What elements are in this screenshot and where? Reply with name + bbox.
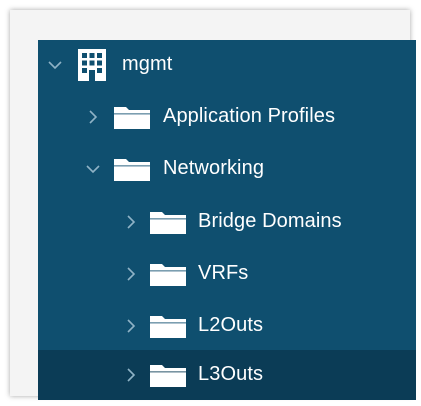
tree-node-networking[interactable]: Networking xyxy=(38,144,416,194)
folder-icon xyxy=(150,314,186,338)
chevron-right-icon[interactable] xyxy=(122,366,140,384)
building-icon xyxy=(78,49,106,81)
folder-icon xyxy=(150,210,186,234)
tree-node-l2outs[interactable]: L2Outs xyxy=(38,301,416,351)
tree-node-label: VRFs xyxy=(198,262,249,285)
tree-node-label: Bridge Domains xyxy=(198,210,342,233)
chevron-right-icon[interactable] xyxy=(84,108,102,126)
tree-node-label: Application Profiles xyxy=(163,105,336,128)
folder-icon xyxy=(114,157,150,181)
tree-node-label: Networking xyxy=(163,157,265,180)
tree-node-vrfs[interactable]: VRFs xyxy=(38,249,416,299)
panel-frame: mgmt Application Profiles Networking Bri… xyxy=(10,10,416,400)
tree-node-l3outs[interactable]: L3Outs xyxy=(38,350,416,400)
navigation-tree: mgmt Application Profiles Networking Bri… xyxy=(38,40,416,400)
folder-icon xyxy=(150,363,186,387)
folder-icon xyxy=(114,105,150,129)
tree-node-label: mgmt xyxy=(122,53,173,76)
chevron-down-icon[interactable] xyxy=(46,56,64,74)
tree-node-mgmt[interactable]: mgmt xyxy=(38,40,416,90)
tree-node-label: L3Outs xyxy=(198,363,264,386)
tree-node-application-profiles[interactable]: Application Profiles xyxy=(38,92,416,142)
chevron-right-icon[interactable] xyxy=(122,317,140,335)
chevron-right-icon[interactable] xyxy=(122,213,140,231)
folder-icon xyxy=(150,262,186,286)
tree-node-bridge-domains[interactable]: Bridge Domains xyxy=(38,197,416,247)
chevron-right-icon[interactable] xyxy=(122,265,140,283)
chevron-down-icon[interactable] xyxy=(84,160,102,178)
tree-node-label: L2Outs xyxy=(198,314,264,337)
